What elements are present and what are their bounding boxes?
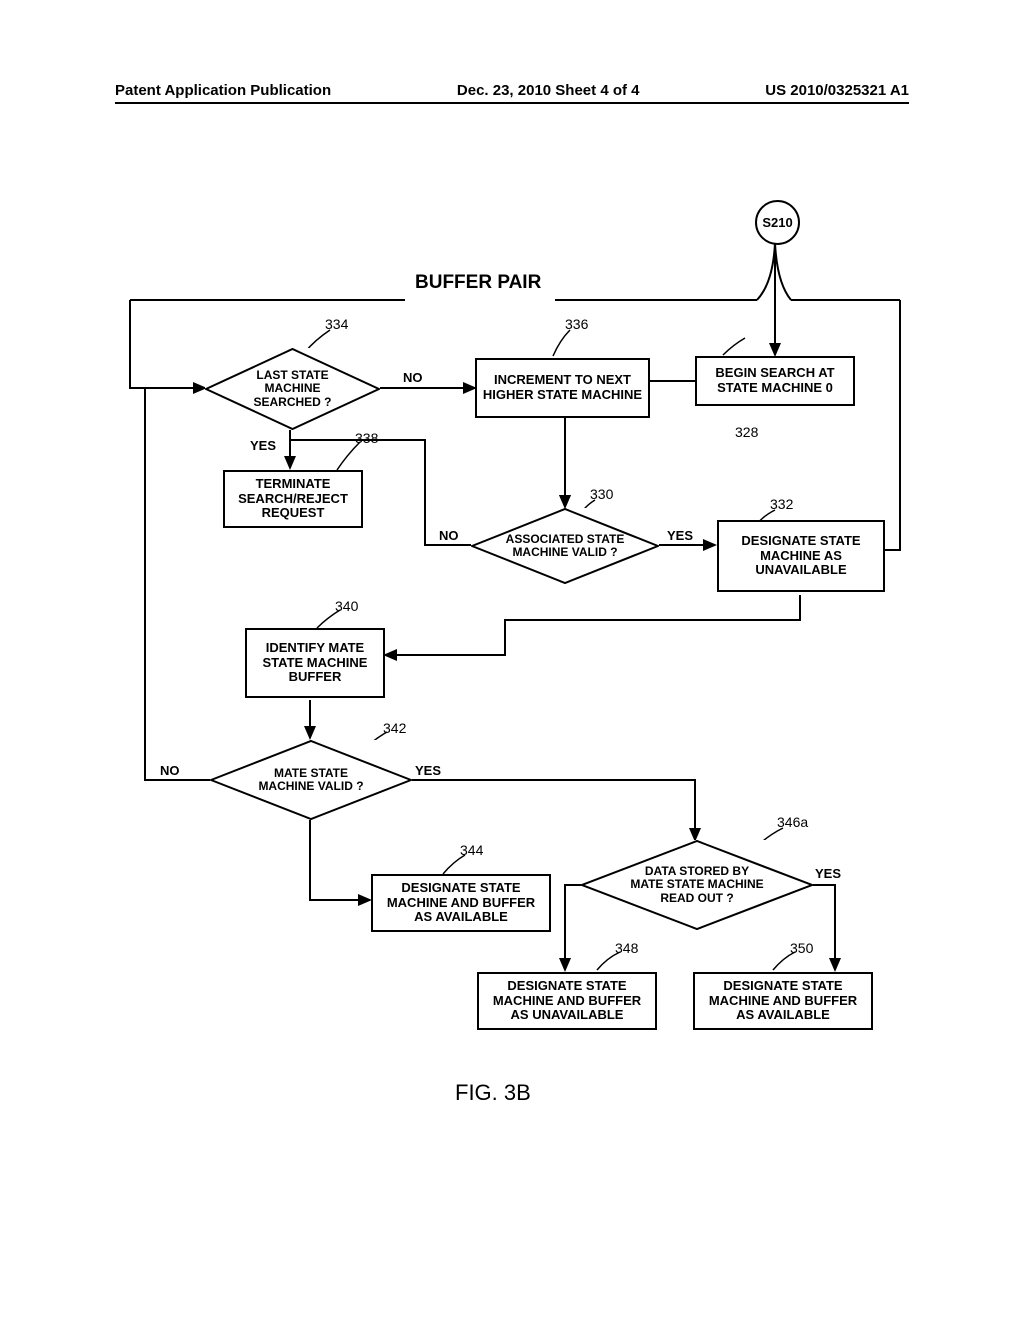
header-left: Patent Application Publication — [115, 82, 331, 99]
page-header: Patent Application Publication Dec. 23, … — [115, 82, 909, 99]
decision-334: LAST STATE MACHINE SEARCHED ? — [205, 348, 380, 430]
header-rule — [115, 102, 909, 104]
process-348: DESIGNATE STATE MACHINE AND BUFFER AS UN… — [477, 972, 657, 1030]
label-346a-yes: YES — [815, 866, 841, 881]
ref-330: 330 — [590, 486, 613, 502]
process-338-text: TERMINATE SEARCH/REJECT REQUEST — [229, 477, 357, 522]
process-336: INCREMENT TO NEXT HIGHER STATE MACHINE — [475, 358, 650, 418]
decision-346a: DATA STORED BY MATE STATE MACHINE READ O… — [581, 840, 813, 930]
process-344-text: DESIGNATE STATE MACHINE AND BUFFER AS AV… — [377, 881, 545, 926]
ref-334: 334 — [325, 316, 348, 332]
flowchart-diagram: BUFFER PAIR S210 — [115, 180, 910, 1080]
process-332-text: DESIGNATE STATE MACHINE AS UNAVAILABLE — [723, 534, 879, 579]
ref-350: 350 — [790, 940, 813, 956]
header-right: US 2010/0325321 A1 — [765, 82, 909, 99]
decision-342-text: MATE STATE MACHINE VALID ? — [256, 767, 366, 793]
label-330-no: NO — [439, 528, 459, 543]
process-344: DESIGNATE STATE MACHINE AND BUFFER AS AV… — [371, 874, 551, 932]
process-340-text: IDENTIFY MATE STATE MACHINE BUFFER — [251, 641, 379, 686]
process-350: DESIGNATE STATE MACHINE AND BUFFER AS AV… — [693, 972, 873, 1030]
ref-338: 338 — [355, 430, 378, 446]
header-center: Dec. 23, 2010 Sheet 4 of 4 — [457, 82, 640, 99]
decision-330-text: ASSOCIATED STATE MACHINE VALID ? — [505, 533, 625, 559]
label-330-yes: YES — [667, 528, 693, 543]
process-348-text: DESIGNATE STATE MACHINE AND BUFFER AS UN… — [483, 979, 651, 1024]
process-340: IDENTIFY MATE STATE MACHINE BUFFER — [245, 628, 385, 698]
ref-332: 332 — [770, 496, 793, 512]
label-342-yes: YES — [415, 763, 441, 778]
ref-328: 328 — [735, 424, 758, 440]
decision-346a-text: DATA STORED BY MATE STATE MACHINE READ O… — [627, 865, 767, 905]
decision-330: ASSOCIATED STATE MACHINE VALID ? — [471, 508, 659, 584]
label-334-no: NO — [403, 370, 423, 385]
ref-348: 348 — [615, 940, 638, 956]
label-342-no: NO — [160, 763, 180, 778]
process-332: DESIGNATE STATE MACHINE AS UNAVAILABLE — [717, 520, 885, 592]
process-328-text: BEGIN SEARCH AT STATE MACHINE 0 — [701, 366, 849, 396]
process-350-text: DESIGNATE STATE MACHINE AND BUFFER AS AV… — [699, 979, 867, 1024]
ref-342: 342 — [383, 720, 406, 736]
page: Patent Application Publication Dec. 23, … — [0, 0, 1024, 1320]
ref-344: 344 — [460, 842, 483, 858]
ref-340: 340 — [335, 598, 358, 614]
decision-334-text: LAST STATE MACHINE SEARCHED ? — [243, 369, 343, 409]
process-328: BEGIN SEARCH AT STATE MACHINE 0 — [695, 356, 855, 406]
label-334-yes: YES — [250, 438, 276, 453]
process-338: TERMINATE SEARCH/REJECT REQUEST — [223, 470, 363, 528]
ref-336: 336 — [565, 316, 588, 332]
ref-346a: 346a — [777, 814, 808, 830]
decision-342: MATE STATE MACHINE VALID ? — [210, 740, 412, 820]
figure-caption: FIG. 3B — [455, 1080, 531, 1106]
process-336-text: INCREMENT TO NEXT HIGHER STATE MACHINE — [481, 373, 644, 403]
